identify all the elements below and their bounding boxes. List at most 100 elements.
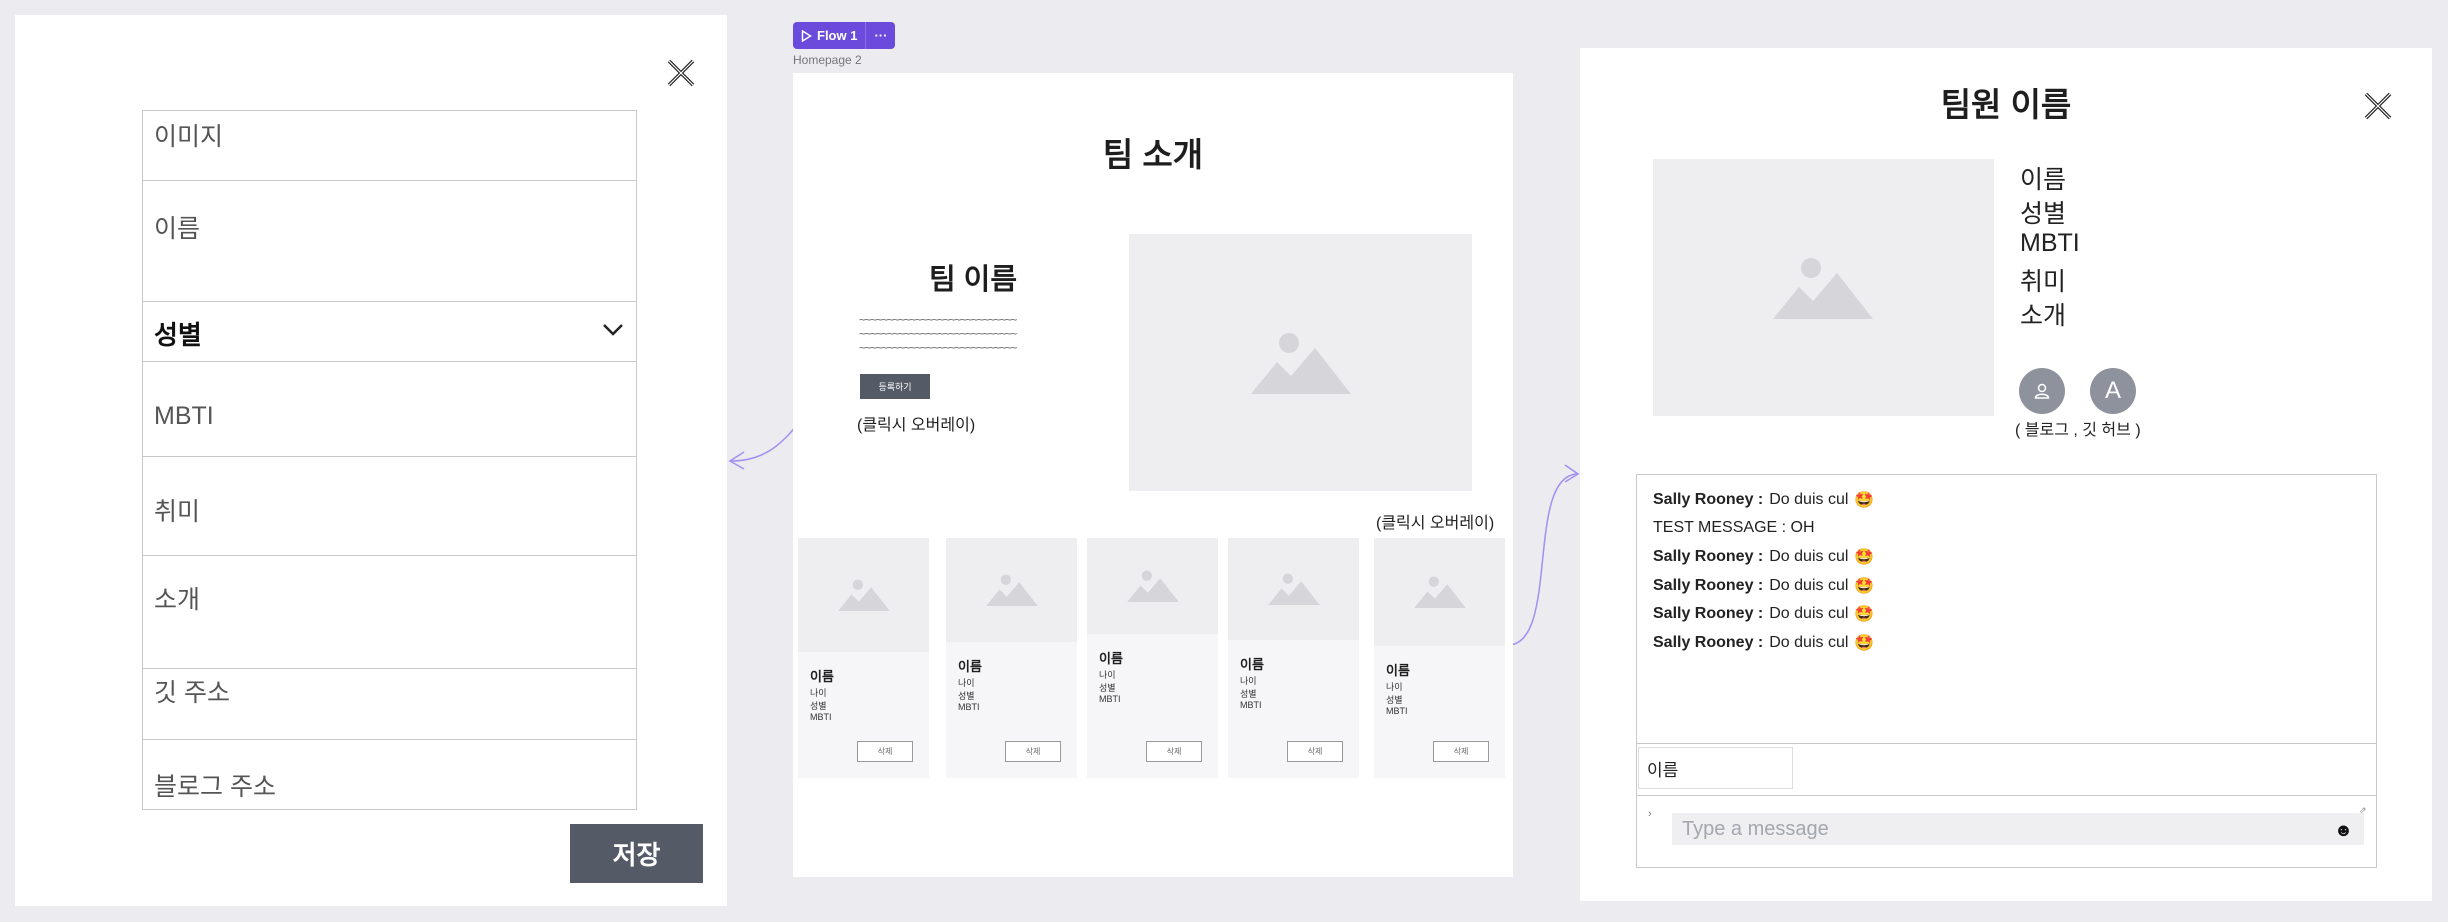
gender-select[interactable]: 성별 bbox=[142, 301, 637, 362]
resize-icon: ⇗ bbox=[2359, 805, 2367, 815]
form-overlay-frame: 이미지 이름 성별 MBTI 취미 소개 깃 주소 블로그 주소 저장 bbox=[15, 15, 727, 906]
member-card-image bbox=[1374, 538, 1505, 646]
delete-button[interactable]: 삭제 bbox=[1005, 741, 1061, 762]
chat-message-text: Do duis cul bbox=[1769, 548, 1849, 565]
chat-message-author: Sally Rooney : bbox=[1653, 548, 1764, 565]
connector-to-detail-arrowhead bbox=[1564, 464, 1580, 483]
chat-message-text: Do duis cul bbox=[1769, 491, 1849, 508]
member-card-name: 이름 bbox=[958, 659, 982, 674]
chat-message-text: TEST MESSAGE : OH bbox=[1653, 519, 1815, 536]
member-card-name: 이름 bbox=[810, 669, 834, 684]
member-name: 이름 bbox=[2020, 166, 2067, 194]
chat-message: Sally Rooney : Do duis cul 🤩 bbox=[1653, 576, 1874, 596]
member-card[interactable]: 이름 나이 성별 MBTI 삭제 bbox=[1087, 538, 1218, 778]
member-name-heading: 팀원 이름 bbox=[1940, 86, 2072, 123]
guestbook-chat: Sally Rooney : Do duis cul 🤩 TEST MESSAG… bbox=[1636, 474, 2377, 868]
git-field[interactable]: 깃 주소 bbox=[143, 669, 636, 740]
blog-link-button[interactable] bbox=[2019, 368, 2065, 414]
emoji-icon: 🤩 bbox=[1854, 635, 1875, 652]
mbti-field[interactable]: MBTI bbox=[143, 362, 636, 457]
image-placeholder-icon bbox=[837, 579, 890, 611]
chat-message-author: Sally Rooney : bbox=[1653, 634, 1764, 651]
member-card-mbti: MBTI bbox=[1240, 700, 1262, 710]
team-description-line: ~~~~~~~~~~~~~~~~~~~~~~~~~~~~ bbox=[859, 341, 1017, 354]
member-card-gender: 성별 bbox=[810, 701, 827, 711]
flow-tag[interactable]: Flow 1 ··· bbox=[793, 22, 896, 49]
image-placeholder-icon bbox=[1267, 573, 1320, 605]
hobby-field[interactable]: 취미 bbox=[143, 457, 636, 556]
chat-message-text: Do duis cul bbox=[1769, 577, 1849, 594]
delete-button[interactable]: 삭제 bbox=[857, 741, 913, 762]
blog-field-label: 블로그 주소 bbox=[154, 773, 276, 801]
close-icon[interactable] bbox=[665, 57, 697, 89]
flow-start-button[interactable]: Flow 1 bbox=[793, 22, 865, 49]
name-field[interactable]: 이름 bbox=[143, 181, 636, 302]
play-icon bbox=[801, 29, 812, 42]
chat-message: Sally Rooney : Do duis cul 🤩 bbox=[1653, 490, 1874, 510]
chat-message-author: Sally Rooney : bbox=[1653, 605, 1764, 622]
flow-tag-label: Flow 1 bbox=[817, 28, 858, 43]
member-card-name: 이름 bbox=[1099, 651, 1123, 666]
team-name-heading: 팀 이름 bbox=[928, 264, 1018, 296]
member-card-age: 나이 bbox=[810, 688, 827, 698]
member-card[interactable]: 이름 나이 성별 MBTI 삭제 bbox=[1228, 538, 1359, 778]
member-card-name: 이름 bbox=[1386, 663, 1410, 678]
overlay-note: (클릭시 오버레이) bbox=[1376, 515, 1495, 532]
close-icon[interactable] bbox=[2362, 90, 2394, 122]
overlay-note: (클릭시 오버레이) bbox=[857, 417, 976, 434]
delete-button[interactable]: 삭제 bbox=[1287, 741, 1343, 762]
member-card[interactable]: 이름 나이 성별 MBTI 삭제 bbox=[946, 538, 1077, 778]
connector-to-detail bbox=[1507, 473, 1579, 646]
blog-field[interactable]: 블로그 주소 bbox=[143, 740, 636, 809]
frame-label: Homepage 2 bbox=[793, 53, 862, 67]
member-card[interactable]: 이름 나이 성별 MBTI 삭제 bbox=[1374, 538, 1505, 778]
image-placeholder-icon bbox=[1251, 333, 1351, 394]
delete-button[interactable]: 삭제 bbox=[1146, 741, 1202, 762]
member-card-mbti: MBTI bbox=[810, 712, 832, 722]
image-placeholder-icon bbox=[985, 574, 1038, 606]
member-gender: 성별 bbox=[2020, 200, 2067, 228]
image-placeholder-icon bbox=[1413, 576, 1466, 608]
divider bbox=[1637, 795, 2376, 796]
register-button[interactable]: 등록하기 bbox=[860, 374, 930, 399]
homepage-frame: 팀 소개 팀 이름 ~~~~~~~~~~~~~~~~~~~~~~~~~~~~ ~… bbox=[793, 73, 1513, 877]
member-card-image bbox=[798, 538, 929, 652]
intro-field-label: 소개 bbox=[154, 586, 201, 614]
flow-more-button[interactable]: ··· bbox=[866, 22, 895, 49]
member-card-mbti: MBTI bbox=[1386, 706, 1408, 716]
image-field[interactable]: 이미지 bbox=[143, 111, 636, 181]
form-fields: 이미지 이름 성별 MBTI 취미 소개 깃 주소 블로그 주소 bbox=[142, 110, 637, 810]
emoji-icon: 🤩 bbox=[1854, 606, 1875, 623]
member-mbti: MBTI bbox=[2020, 229, 2080, 257]
member-card-age: 나이 bbox=[1240, 676, 1257, 686]
save-button[interactable]: 저장 bbox=[570, 824, 703, 883]
message-input[interactable] bbox=[1672, 813, 2364, 845]
member-photo bbox=[1653, 159, 1994, 416]
chevron-down-icon bbox=[603, 324, 623, 336]
member-card-image bbox=[1228, 538, 1359, 640]
page-title: 팀 소개 bbox=[1102, 136, 1204, 173]
team-description-line: ~~~~~~~~~~~~~~~~~~~~~~~~~~~~ bbox=[859, 313, 1017, 326]
member-card-mbti: MBTI bbox=[958, 702, 980, 712]
chevron-right-icon[interactable]: › bbox=[1648, 808, 1652, 820]
git-field-label: 깃 주소 bbox=[154, 679, 230, 707]
member-card-age: 나이 bbox=[1386, 682, 1403, 692]
gender-select-value: 성별 bbox=[154, 320, 202, 350]
member-card-gender: 성별 bbox=[1240, 689, 1257, 699]
team-description-line: ~~~~~~~~~~~~~~~~~~~~~~~~~~~~ bbox=[859, 327, 1017, 340]
member-hobby: 취미 bbox=[2020, 268, 2067, 296]
member-card-gender: 성별 bbox=[1099, 683, 1116, 693]
github-link-button[interactable]: A bbox=[2090, 368, 2136, 414]
more-icon: ··· bbox=[874, 28, 888, 43]
member-card[interactable]: 이름 나이 성별 MBTI 삭제 bbox=[798, 538, 929, 778]
intro-field[interactable]: 소개 bbox=[143, 556, 636, 669]
mbti-field-label: MBTI bbox=[154, 402, 214, 430]
name-input[interactable] bbox=[1638, 747, 1793, 789]
chat-message-author: Sally Rooney : bbox=[1653, 491, 1764, 508]
emoji-icon: 🤩 bbox=[1854, 549, 1875, 566]
member-card-age: 나이 bbox=[1099, 670, 1116, 680]
delete-button[interactable]: 삭제 bbox=[1433, 741, 1489, 762]
emoji-icon[interactable]: ☻ bbox=[2334, 820, 2353, 841]
image-field-label: 이미지 bbox=[154, 123, 224, 151]
chat-message: Sally Rooney : Do duis cul 🤩 bbox=[1653, 547, 1874, 567]
